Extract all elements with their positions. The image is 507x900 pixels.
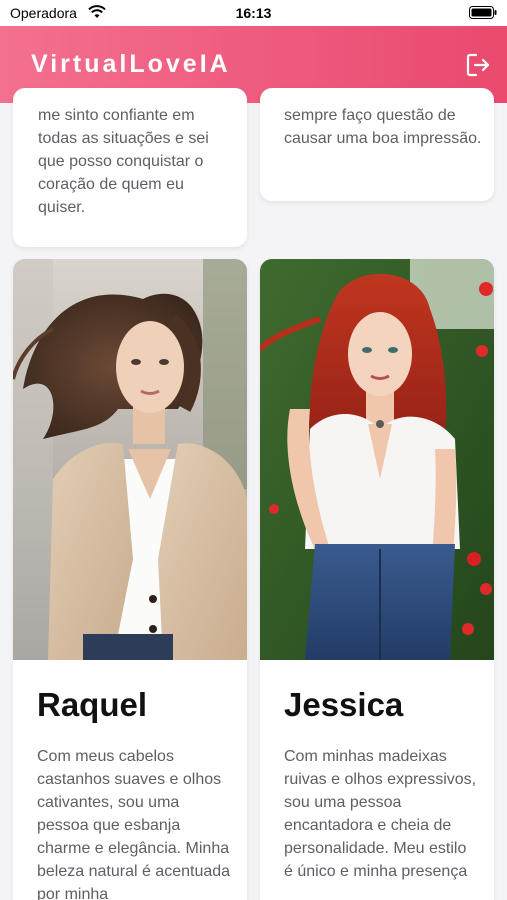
profile-photo	[13, 259, 247, 660]
clock: 16:13	[235, 5, 272, 21]
profile-bio-text: me sinto confiante em todas as situações…	[38, 107, 209, 216]
profile-name: Jessica	[284, 686, 404, 723]
profile-card-raquel[interactable]: Raquel Com meus cabelos castanhos suaves…	[13, 259, 247, 900]
profile-card-partial-right[interactable]: sempre faço questão de causar uma boa im…	[260, 88, 494, 201]
profile-name: Raquel	[37, 686, 148, 723]
profile-card-jessica[interactable]: Jessica Com minhas madeixas ruivas e olh…	[260, 259, 494, 900]
status-bar: Operadora 16:13	[0, 0, 507, 26]
profile-photo	[260, 259, 494, 660]
profile-description: Com meus cabelos castanhos suaves e olho…	[37, 748, 231, 900]
profile-card-partial-left[interactable]: me sinto confiante em todas as situações…	[13, 88, 247, 247]
profile-description: Com minhas madeixas ruivas e olhos expre…	[284, 748, 477, 880]
app-title: VirtualLoveIA	[31, 50, 231, 78]
logout-icon[interactable]	[465, 52, 491, 78]
battery-icon	[469, 6, 497, 19]
profile-bio-text: sempre faço questão de causar uma boa im…	[284, 107, 482, 147]
